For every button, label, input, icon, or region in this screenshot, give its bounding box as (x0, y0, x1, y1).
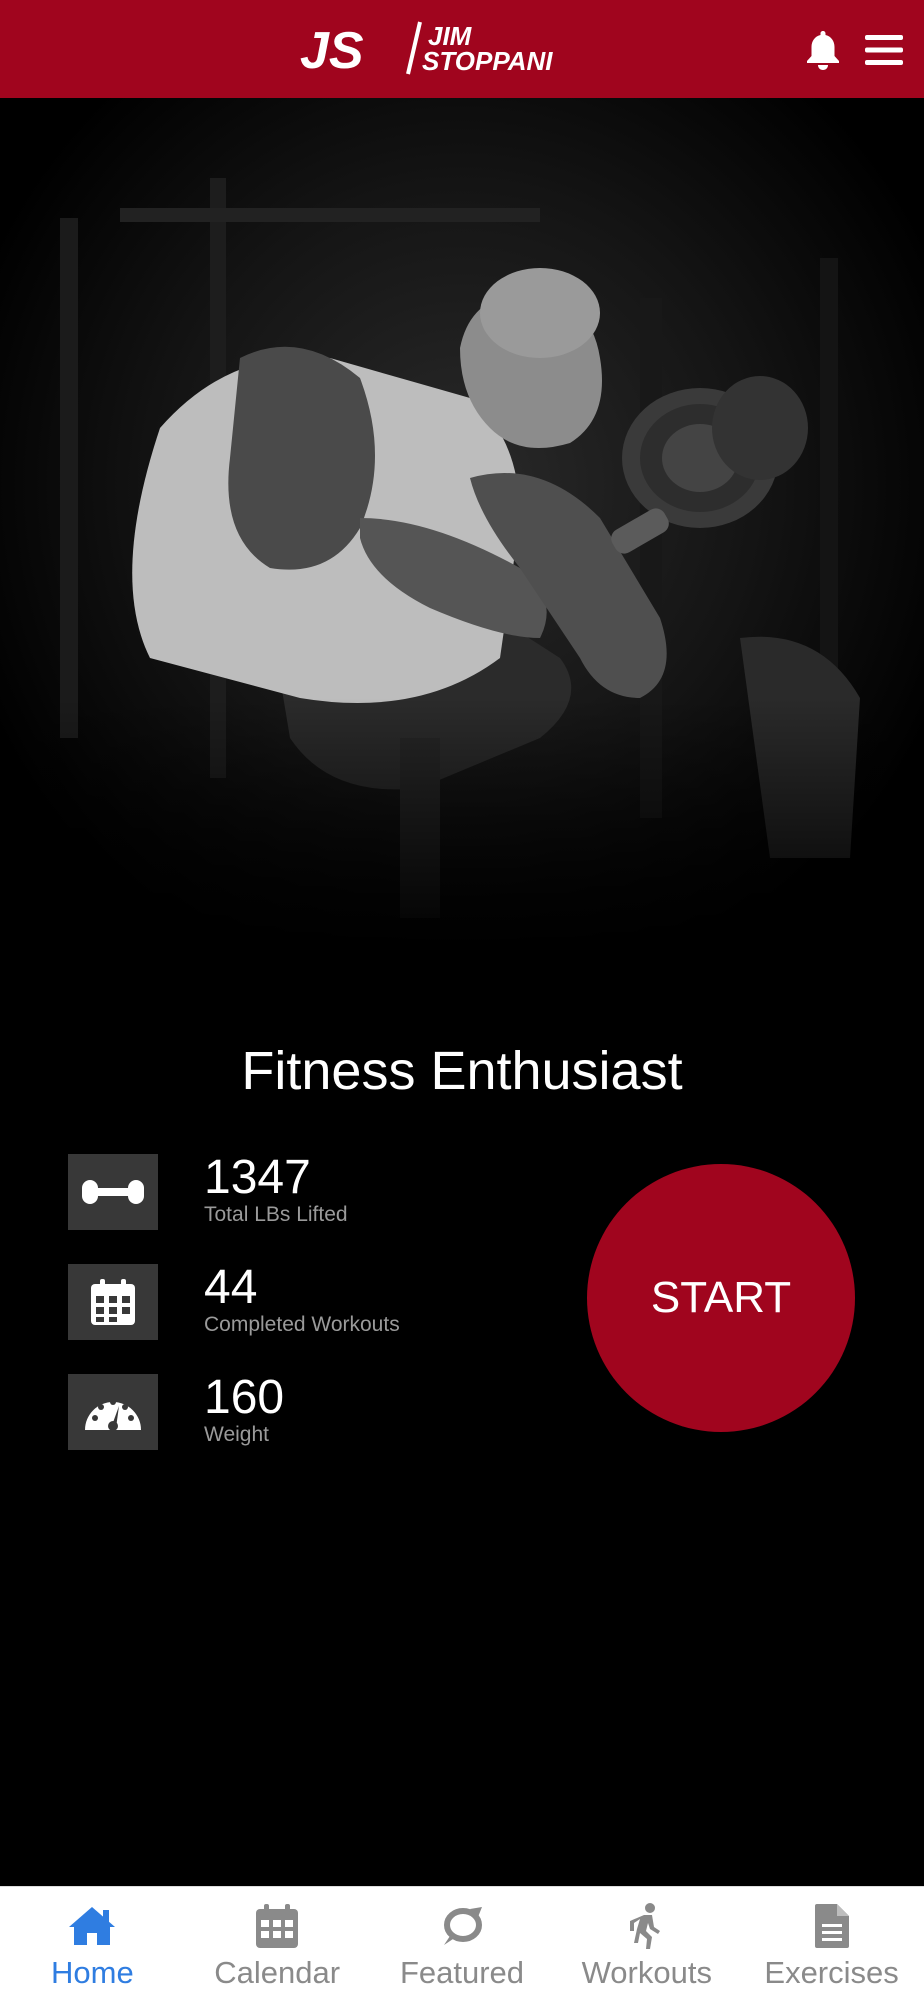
featured-icon (437, 1903, 487, 1949)
app-root: JS JIM STOPPANI Fitness Enthusiast 1347 … (0, 0, 924, 2000)
nav-label: Workouts (581, 1955, 712, 1990)
stat-value: 44 (204, 1261, 258, 1314)
stat-weight: 160 Weight (68, 1374, 538, 1450)
top-header: JS JIM STOPPANI (0, 0, 924, 98)
bottom-navigation: Home Calendar Featured Workouts Exercise… (0, 1886, 924, 2000)
speedometer-icon (68, 1374, 158, 1450)
stat-label: Weight (204, 1423, 269, 1446)
hero-fade-overlay (0, 698, 924, 958)
nav-item-featured[interactable]: Featured (370, 1887, 555, 2000)
stat-text: 160 Weight (204, 1374, 284, 1448)
nav-label: Home (51, 1955, 134, 1990)
calendar-icon (252, 1903, 302, 1949)
calendar-icon (68, 1264, 158, 1340)
notifications-button[interactable] (795, 22, 851, 78)
bell-icon (807, 31, 839, 70)
stat-label: Completed Workouts (204, 1313, 400, 1336)
nav-label: Featured (399, 1955, 525, 1990)
nav-label: Calendar (214, 1955, 341, 1990)
stat-total-lbs: 1347 Total LBs Lifted (68, 1154, 538, 1230)
hero-image (0, 98, 924, 958)
logo-name-line2: STOPPANI (422, 46, 553, 76)
stat-text: 44 Completed Workouts (204, 1264, 400, 1338)
document-icon (807, 1903, 857, 1949)
home-icon (67, 1903, 117, 1949)
nav-item-exercises[interactable]: Exercises (739, 1887, 924, 2000)
dumbbell-icon (68, 1154, 158, 1230)
stat-completed-workouts: 44 Completed Workouts (68, 1264, 538, 1340)
walking-person-icon (622, 1903, 672, 1949)
stat-text: 1347 Total LBs Lifted (204, 1154, 348, 1228)
nav-item-home[interactable]: Home (0, 1887, 185, 2000)
stat-value: 1347 (204, 1151, 311, 1204)
nav-item-calendar[interactable]: Calendar (185, 1887, 370, 2000)
profile-title: Fitness Enthusiast (241, 1041, 683, 1101)
nav-label: Exercises (764, 1955, 899, 1990)
start-workout-button[interactable]: START (587, 1164, 855, 1432)
logo-initials: JS (300, 22, 364, 78)
jim-stoppani-logo[interactable]: JS JIM STOPPANI (300, 18, 630, 78)
stat-value: 160 (204, 1371, 285, 1424)
nav-item-workouts[interactable]: Workouts (554, 1887, 739, 2000)
hamburger-menu-icon (865, 35, 903, 65)
menu-button[interactable] (856, 22, 912, 78)
stat-label: Total LBs Lifted (204, 1203, 348, 1226)
stats-list: 1347 Total LBs Lifted 44 Completed Worko… (68, 1154, 538, 1484)
